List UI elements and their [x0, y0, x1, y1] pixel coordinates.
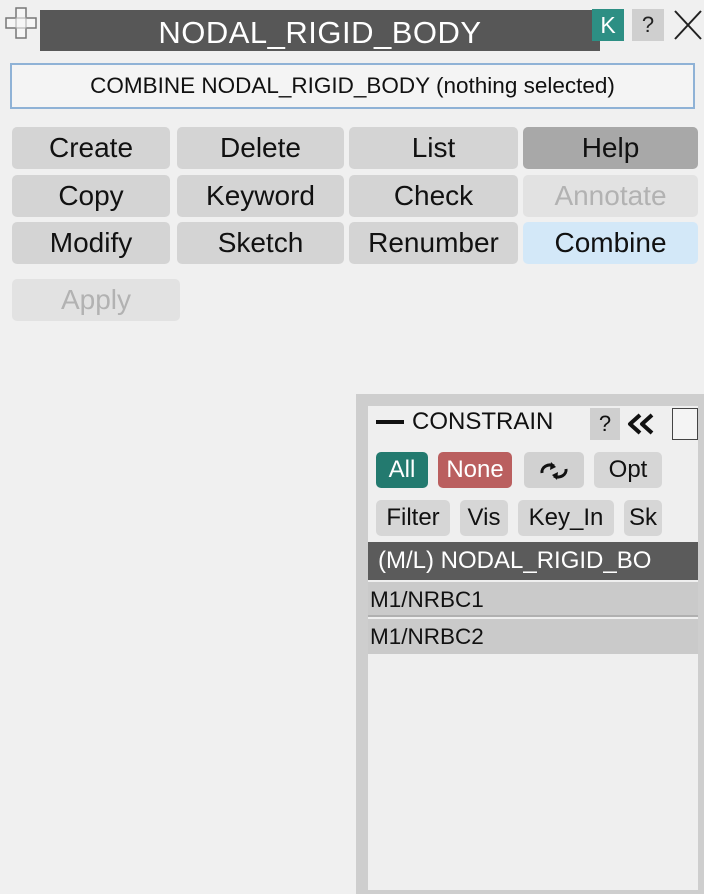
panel-window-icon[interactable] — [672, 408, 698, 440]
visible-button[interactable]: Vis — [460, 500, 508, 536]
constrain-panel-title: CONSTRAIN — [412, 408, 554, 435]
create-button[interactable]: Create — [12, 127, 170, 169]
copy-button[interactable]: Copy — [12, 175, 170, 217]
sketch-button[interactable]: Sketch — [177, 222, 344, 264]
list-button[interactable]: List — [349, 127, 518, 169]
sketch-sk-button[interactable]: Sk — [624, 500, 662, 536]
options-button[interactable]: Opt — [594, 452, 662, 488]
constrain-panel: CONSTRAIN ? All None Opt Filter Vis Key_… — [356, 394, 704, 894]
help-button[interactable]: Help — [523, 127, 698, 169]
window-title: NODAL_RIGID_BODY — [158, 15, 482, 50]
check-button[interactable]: Check — [349, 175, 518, 217]
swap-arrows-icon — [537, 456, 571, 483]
list-item[interactable]: M1/NRBC1 — [368, 582, 698, 617]
window-help-button[interactable]: ? — [632, 9, 664, 41]
annotate-button[interactable]: Annotate — [523, 175, 698, 217]
select-all-button[interactable]: All — [376, 452, 428, 488]
list-header[interactable]: (M/L) NODAL_RIGID_BO — [368, 542, 698, 580]
close-x-icon[interactable] — [673, 8, 703, 42]
minimize-dash-icon[interactable] — [376, 420, 404, 424]
collapse-chevrons-icon[interactable] — [624, 412, 664, 436]
swap-selection-button[interactable] — [524, 452, 584, 488]
filter-button[interactable]: Filter — [376, 500, 450, 536]
move-cross-icon[interactable] — [4, 6, 38, 40]
title-bar: NODAL_RIGID_BODY K ? — [0, 0, 704, 55]
renumber-button[interactable]: Renumber — [349, 222, 518, 264]
apply-button[interactable]: Apply — [12, 279, 180, 321]
key-in-button[interactable]: Key_In — [518, 500, 614, 536]
constrain-help-button[interactable]: ? — [590, 408, 620, 440]
constrain-panel-body: CONSTRAIN ? All None Opt Filter Vis Key_… — [368, 406, 698, 890]
delete-button[interactable]: Delete — [177, 127, 344, 169]
select-none-button[interactable]: None — [438, 452, 512, 488]
modify-button[interactable]: Modify — [12, 222, 170, 264]
keyword-k-button[interactable]: K — [592, 9, 624, 41]
status-message: COMBINE NODAL_RIGID_BODY (nothing select… — [10, 63, 695, 109]
keyword-button[interactable]: Keyword — [177, 175, 344, 217]
combine-button[interactable]: Combine — [523, 222, 698, 264]
list-item[interactable]: M1/NRBC2 — [368, 619, 698, 654]
